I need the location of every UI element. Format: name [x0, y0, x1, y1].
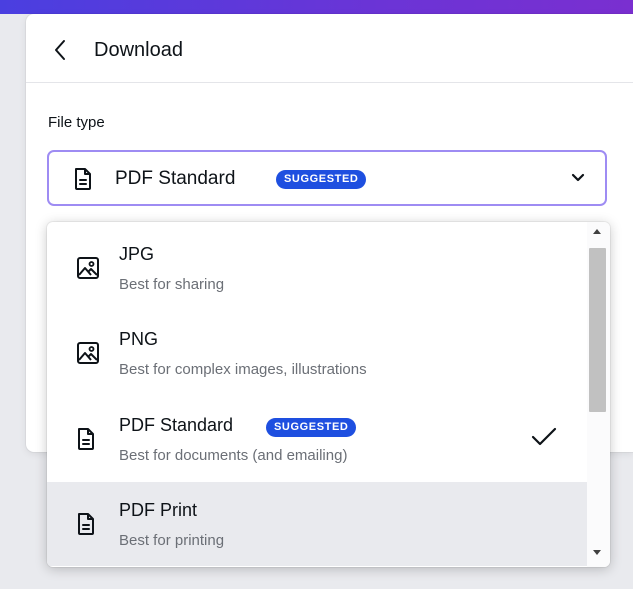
image-icon — [77, 342, 99, 364]
option-title: PDF Print — [119, 500, 198, 520]
option-description: Best for complex images, illustrations — [119, 361, 367, 378]
option-description: Best for documents (and emailing) — [119, 447, 348, 464]
scrollbar-thumb[interactable] — [589, 248, 606, 412]
top-accent-bar — [0, 0, 633, 14]
page-title: Download — [94, 39, 183, 61]
file-type-dropdown: JPG Best for sharing PNG Best for comple… — [47, 222, 610, 567]
option-title: PNG — [119, 329, 159, 349]
document-icon — [78, 513, 94, 535]
checkmark-icon — [531, 427, 557, 446]
chevron-left-icon — [55, 40, 65, 60]
image-icon — [77, 257, 99, 279]
option-title: JPG — [119, 244, 155, 264]
document-icon — [75, 168, 91, 190]
document-icon — [78, 428, 94, 450]
file-type-label: File type — [48, 114, 105, 131]
option-description: Best for printing — [119, 532, 225, 549]
suggested-badge: SUGGESTED — [276, 170, 367, 189]
option-pdf-print[interactable]: PDF Print Best for printing — [47, 482, 587, 566]
option-jpg[interactable]: JPG Best for sharing — [47, 222, 587, 306]
chevron-down-icon — [571, 173, 585, 182]
option-description: Best for sharing — [119, 276, 225, 293]
option-pdf-standard[interactable]: PDF Standard SUGGESTED Best for document… — [47, 397, 587, 481]
panel-header: Download — [26, 20, 633, 83]
scroll-down-arrow-icon[interactable] — [593, 550, 601, 555]
option-title: PDF Standard — [119, 415, 234, 435]
selected-file-type: PDF Standard — [115, 168, 236, 189]
back-button[interactable] — [46, 36, 74, 64]
suggested-badge: SUGGESTED — [266, 418, 357, 437]
option-png[interactable]: PNG Best for complex images, illustratio… — [47, 306, 587, 390]
file-type-select[interactable]: PDF Standard SUGGESTED — [47, 150, 607, 206]
scroll-up-arrow-icon[interactable] — [593, 229, 601, 234]
